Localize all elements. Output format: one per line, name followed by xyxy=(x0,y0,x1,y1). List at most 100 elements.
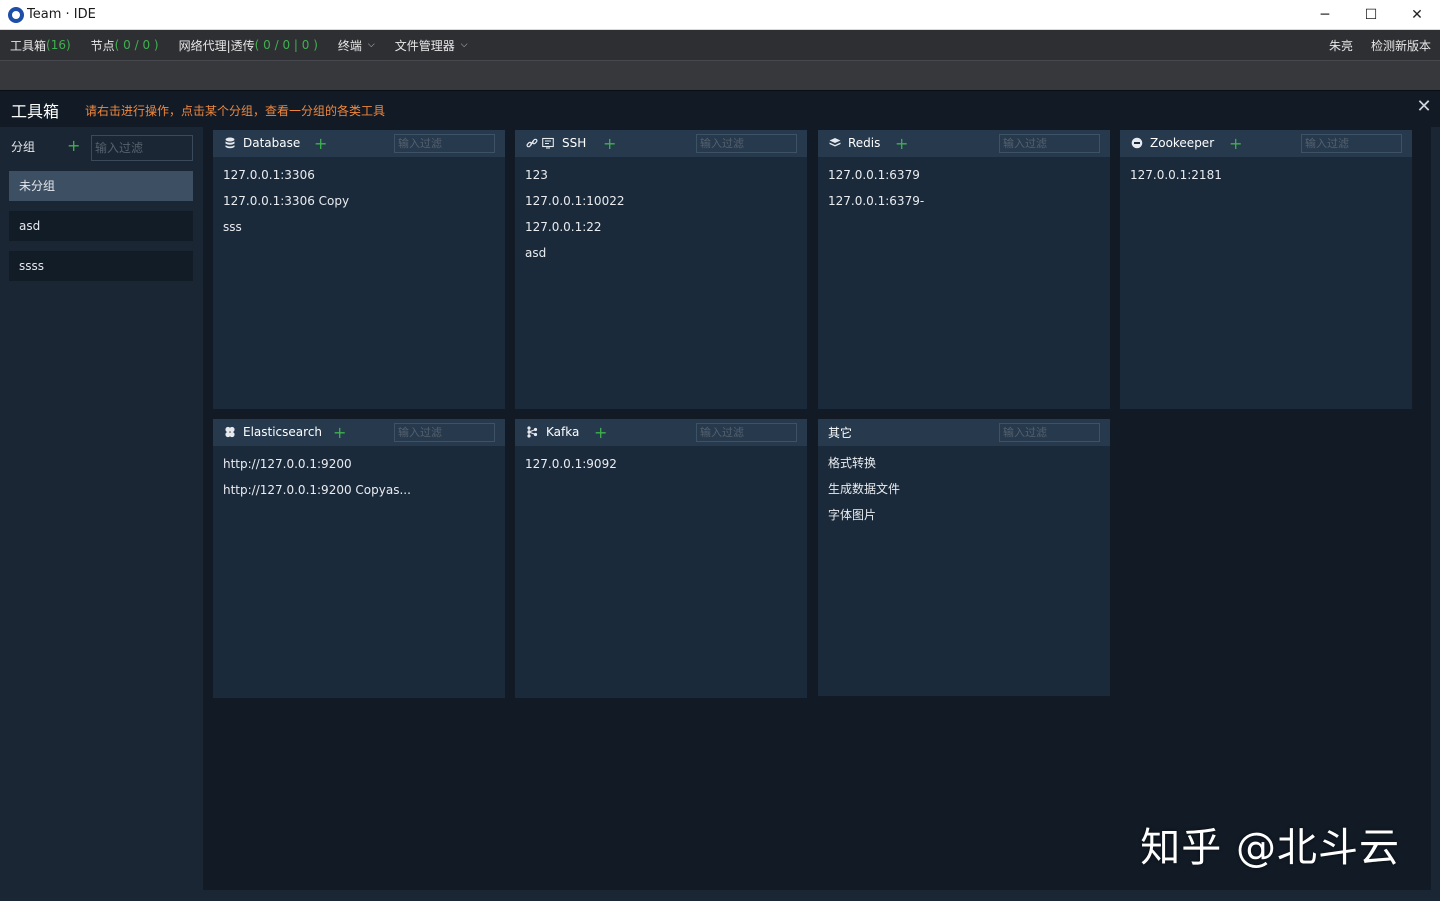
list-item[interactable]: 127.0.0.1:22 xyxy=(525,218,801,244)
list-item[interactable]: 127.0.0.1:6379 xyxy=(828,166,1104,192)
menu-nodes-label: 节点 xyxy=(90,38,115,53)
watermark: 知乎 @北斗云 xyxy=(1140,825,1400,871)
menu-terminal-label: 终端 xyxy=(337,38,362,53)
card-header: SSH + xyxy=(515,130,807,157)
chevron-down-icon: ⌵ xyxy=(460,40,468,50)
elasticsearch-icon xyxy=(224,426,236,438)
list-item[interactable]: http://127.0.0.1:9200 xyxy=(223,455,499,481)
card-header: Kafka + xyxy=(515,419,807,446)
card-header: Database + xyxy=(213,130,505,157)
menu-file-manager[interactable]: 文件管理器 ⌵ xyxy=(385,37,478,54)
card-title: Zookeeper xyxy=(1150,136,1215,150)
database-filter-input[interactable] xyxy=(394,134,495,153)
redis-filter-input[interactable] xyxy=(999,134,1100,153)
list-item[interactable]: sss xyxy=(223,218,499,244)
list-item[interactable]: http://127.0.0.1:9200 Copyas... xyxy=(223,481,499,507)
add-database-button[interactable]: + xyxy=(314,136,327,152)
check-update-button[interactable]: 检测新版本 xyxy=(1362,37,1440,54)
maximize-button[interactable]: ☐ xyxy=(1348,0,1394,30)
card-list: 127.0.0.1:9092 xyxy=(525,455,801,481)
list-item[interactable]: 格式转换 xyxy=(828,454,1104,480)
card-title: Redis xyxy=(848,136,881,150)
zookeeper-filter-input[interactable] xyxy=(1301,134,1402,153)
card-title: SSH xyxy=(562,136,587,150)
database-icon xyxy=(224,137,236,149)
group-item[interactable]: asd xyxy=(9,211,193,241)
group-filter-input[interactable] xyxy=(91,135,193,161)
list-item[interactable]: 127.0.0.1:9092 xyxy=(525,455,801,481)
elasticsearch-filter-input[interactable] xyxy=(394,423,495,442)
ssh-icon xyxy=(526,137,538,149)
menu-file-manager-label: 文件管理器 xyxy=(394,38,455,53)
tool-card-zookeeper: Zookeeper + 127.0.0.1:2181 xyxy=(1120,130,1412,409)
kafka-filter-input[interactable] xyxy=(696,423,797,442)
tab-strip xyxy=(0,60,1440,90)
list-item[interactable]: 127.0.0.1:6379- xyxy=(828,192,1104,218)
menu-proxy-count: ( 0 / 0 | 0 ) xyxy=(254,38,318,52)
card-title: Kafka xyxy=(546,425,580,439)
list-item[interactable]: 127.0.0.1:3306 xyxy=(223,166,499,192)
group-item[interactable]: ssss xyxy=(9,251,193,281)
other-filter-input[interactable] xyxy=(999,423,1100,442)
list-item[interactable]: 127.0.0.1:2181 xyxy=(1130,166,1406,192)
group-item[interactable]: 未分组 xyxy=(9,171,193,201)
group-panel: 分组 + 未分组 asd ssss xyxy=(0,127,203,901)
add-group-button[interactable]: + xyxy=(67,138,80,154)
card-list: 127.0.0.1:3306 127.0.0.1:3306 Copy sss xyxy=(223,166,499,244)
tool-card-kafka: Kafka + 127.0.0.1:9092 xyxy=(515,419,807,698)
menu-toolbox-label: 工具箱 xyxy=(10,38,47,53)
window-title: Team · IDE xyxy=(27,7,96,22)
add-kafka-button[interactable]: + xyxy=(594,425,607,441)
add-ssh-button[interactable]: + xyxy=(603,136,616,152)
list-item[interactable]: 123 xyxy=(525,166,801,192)
user-name[interactable]: 朱亮 xyxy=(1320,37,1362,54)
tool-card-elasticsearch: Elasticsearch + http://127.0.0.1:9200 ht… xyxy=(213,419,505,698)
list-item[interactable]: 字体图片 xyxy=(828,506,1104,532)
card-title: Database xyxy=(243,136,301,150)
add-zookeeper-button[interactable]: + xyxy=(1229,136,1242,152)
add-elasticsearch-button[interactable]: + xyxy=(333,425,346,441)
kafka-icon xyxy=(526,426,538,438)
group-label: 分组 xyxy=(11,140,36,154)
list-item[interactable]: 127.0.0.1:3306 Copy xyxy=(223,192,499,218)
close-window-button[interactable]: ✕ xyxy=(1394,0,1440,30)
ssh-filter-input[interactable] xyxy=(696,134,797,153)
toolbox-header: 工具箱 请右击进行操作，点击某个分组，查看一分组的各类工具 ✕ xyxy=(0,90,1440,127)
window-controls: ─ ☐ ✕ xyxy=(1302,0,1440,30)
menu-proxy[interactable]: 网络代理|透传 ( 0 / 0 | 0 ) xyxy=(169,37,328,54)
menu-proxy-label: 网络代理|透传 xyxy=(178,38,255,53)
chevron-down-icon: ⌵ xyxy=(367,40,375,50)
tool-card-redis: Redis + 127.0.0.1:6379 127.0.0.1:6379- xyxy=(818,130,1110,409)
tool-card-database: Database + 127.0.0.1:3306 127.0.0.1:3306… xyxy=(213,130,505,409)
card-list: 格式转换 生成数据文件 字体图片 xyxy=(828,454,1104,532)
tool-card-other: 其它 格式转换 生成数据文件 字体图片 xyxy=(818,419,1110,696)
card-title: Elasticsearch xyxy=(243,425,323,439)
toolbox-main: Database + 127.0.0.1:3306 127.0.0.1:3306… xyxy=(203,127,1431,890)
card-header: Zookeeper + xyxy=(1120,130,1412,157)
tool-card-ssh: SSH + 123 127.0.0.1:10022 127.0.0.1:22 a… xyxy=(515,130,807,409)
menu-terminal[interactable]: 终端 ⌵ xyxy=(328,37,385,54)
card-list: 123 127.0.0.1:10022 127.0.0.1:22 asd xyxy=(525,166,801,270)
card-list: 127.0.0.1:2181 xyxy=(1130,166,1406,192)
add-redis-button[interactable]: + xyxy=(895,136,908,152)
menu-toolbox[interactable]: 工具箱 (16) xyxy=(0,37,81,54)
list-item[interactable]: asd xyxy=(525,244,801,270)
minimize-button[interactable]: ─ xyxy=(1302,0,1348,30)
card-title: 其它 xyxy=(828,426,853,440)
bottom-edge xyxy=(203,890,1431,901)
scrollbar-track[interactable] xyxy=(1431,127,1440,901)
card-header: 其它 xyxy=(818,419,1110,446)
terminal-icon xyxy=(542,137,554,149)
close-icon[interactable]: ✕ xyxy=(1413,96,1435,118)
list-item[interactable]: 生成数据文件 xyxy=(828,480,1104,506)
menu-nodes[interactable]: 节点 ( 0 / 0 ) xyxy=(81,37,169,54)
menu-toolbox-count: (16) xyxy=(46,38,71,52)
card-list: 127.0.0.1:6379 127.0.0.1:6379- xyxy=(828,166,1104,218)
list-item[interactable]: 127.0.0.1:10022 xyxy=(525,192,801,218)
zookeeper-icon xyxy=(1131,137,1143,149)
menu-nodes-count: ( 0 / 0 ) xyxy=(114,38,159,52)
app-logo-icon xyxy=(8,6,24,23)
window-titlebar: Team · IDE ─ ☐ ✕ xyxy=(0,0,1440,30)
menu-bar: 工具箱 (16) 节点 ( 0 / 0 ) 网络代理|透传 ( 0 / 0 | … xyxy=(0,30,1440,60)
toolbox-hint: 请右击进行操作，点击某个分组，查看一分组的各类工具 xyxy=(85,104,386,118)
